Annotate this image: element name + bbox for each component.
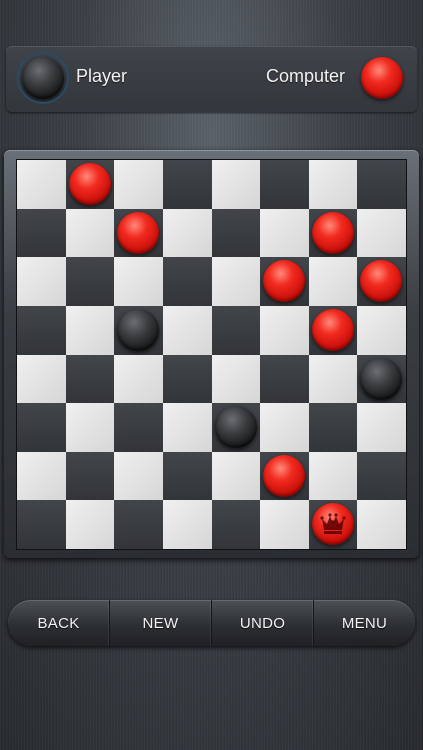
board-square[interactable] xyxy=(357,305,406,355)
black-piece[interactable] xyxy=(360,357,403,400)
back-button[interactable]: BACK xyxy=(8,600,110,646)
board-square[interactable] xyxy=(357,257,406,306)
board-square[interactable] xyxy=(308,354,358,404)
board-square[interactable] xyxy=(211,500,261,549)
board-square[interactable] xyxy=(17,354,66,404)
board-square[interactable] xyxy=(17,208,66,258)
board-square[interactable] xyxy=(260,257,309,306)
board-square[interactable] xyxy=(308,500,358,549)
board-square[interactable] xyxy=(162,500,212,549)
computer-label: Computer xyxy=(265,66,345,86)
board-square[interactable] xyxy=(357,500,406,549)
board-square[interactable] xyxy=(162,208,212,258)
board-square[interactable] xyxy=(357,403,406,452)
board-square[interactable] xyxy=(162,257,212,306)
board-square[interactable] xyxy=(260,305,309,355)
board-square[interactable] xyxy=(65,160,115,209)
board-frame xyxy=(4,150,419,558)
board-square[interactable] xyxy=(308,403,358,452)
board-square[interactable] xyxy=(211,354,261,404)
board-square[interactable] xyxy=(357,354,406,404)
player-label: Player xyxy=(76,66,128,86)
board-square[interactable] xyxy=(114,354,163,404)
board-square[interactable] xyxy=(162,160,212,209)
board-square[interactable] xyxy=(65,354,115,404)
board-square[interactable] xyxy=(162,354,212,404)
player-piece-icon xyxy=(22,57,64,99)
board-square[interactable] xyxy=(162,403,212,452)
board-square[interactable] xyxy=(211,160,261,209)
checkers-board[interactable] xyxy=(17,160,406,549)
board-square[interactable] xyxy=(260,403,309,452)
board-square[interactable] xyxy=(65,403,115,452)
board-square[interactable] xyxy=(114,403,163,452)
board-square[interactable] xyxy=(65,257,115,306)
board-square[interactable] xyxy=(308,257,358,306)
new-game-button[interactable]: NEW xyxy=(110,600,212,646)
board-square[interactable] xyxy=(114,208,163,258)
board-square[interactable] xyxy=(162,451,212,501)
board-square[interactable] xyxy=(162,305,212,355)
board-square[interactable] xyxy=(17,403,66,452)
undo-button[interactable]: UNDO xyxy=(212,600,314,646)
red-piece[interactable] xyxy=(311,308,354,351)
board-square[interactable] xyxy=(308,208,358,258)
black-piece[interactable] xyxy=(117,308,160,351)
red-piece[interactable] xyxy=(311,211,354,254)
board-square[interactable] xyxy=(114,257,163,306)
board-square[interactable] xyxy=(17,451,66,501)
board-square[interactable] xyxy=(357,208,406,258)
board-square[interactable] xyxy=(114,305,163,355)
score-bar: Player Computer xyxy=(6,46,417,112)
board-square[interactable] xyxy=(114,451,163,501)
board-square[interactable] xyxy=(357,451,406,501)
bottom-toolbar: BACK NEW UNDO MENU xyxy=(8,600,415,646)
board-square[interactable] xyxy=(65,305,115,355)
red-piece[interactable] xyxy=(263,454,306,497)
board-square[interactable] xyxy=(211,403,261,452)
board-square[interactable] xyxy=(65,451,115,501)
board-square[interactable] xyxy=(308,305,358,355)
black-piece[interactable] xyxy=(214,406,257,449)
board-square[interactable] xyxy=(17,500,66,549)
board-square[interactable] xyxy=(357,160,406,209)
board-square[interactable] xyxy=(260,354,309,404)
red-piece[interactable] xyxy=(360,260,403,303)
board-square[interactable] xyxy=(211,257,261,306)
menu-button[interactable]: MENU xyxy=(314,600,415,646)
red-king-piece[interactable] xyxy=(311,503,354,546)
board-square[interactable] xyxy=(65,500,115,549)
board-square[interactable] xyxy=(211,305,261,355)
board-square[interactable] xyxy=(17,257,66,306)
computer-piece-icon xyxy=(361,57,403,99)
red-piece[interactable] xyxy=(263,260,306,303)
board-square[interactable] xyxy=(17,305,66,355)
board-square[interactable] xyxy=(114,500,163,549)
board-square[interactable] xyxy=(17,160,66,209)
red-piece[interactable] xyxy=(117,211,160,254)
board-square[interactable] xyxy=(260,451,309,501)
crown-icon xyxy=(320,513,346,535)
board-square[interactable] xyxy=(114,160,163,209)
board-square[interactable] xyxy=(260,208,309,258)
board-square[interactable] xyxy=(211,208,261,258)
board-square[interactable] xyxy=(260,160,309,209)
red-piece[interactable] xyxy=(68,163,111,205)
board-square[interactable] xyxy=(211,451,261,501)
board-square[interactable] xyxy=(308,160,358,209)
board-square[interactable] xyxy=(260,500,309,549)
board-square[interactable] xyxy=(308,451,358,501)
board-square[interactable] xyxy=(65,208,115,258)
